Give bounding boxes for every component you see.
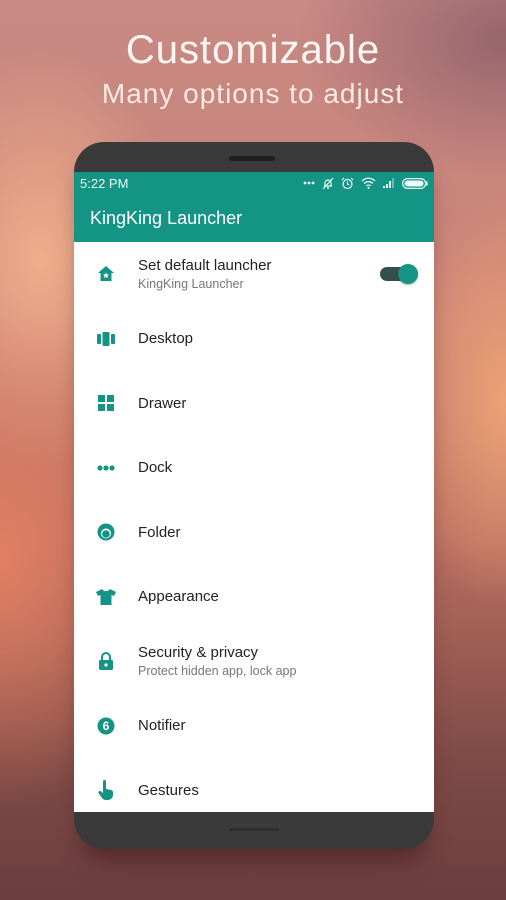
hand-pointer-icon bbox=[74, 780, 138, 801]
setting-title: Dock bbox=[138, 459, 173, 477]
wifi-icon bbox=[361, 177, 376, 189]
signal-icon bbox=[383, 178, 395, 188]
setting-drawer[interactable]: Drawer bbox=[74, 371, 434, 436]
setting-title: Notifier bbox=[138, 717, 186, 735]
setting-appearance[interactable]: Appearance bbox=[74, 565, 434, 630]
promo-headline: Customizable bbox=[125, 28, 381, 72]
setting-gestures[interactable]: Gestures bbox=[74, 758, 434, 812]
setting-folder[interactable]: Folder bbox=[74, 500, 434, 565]
dock-dots-icon bbox=[74, 465, 138, 471]
notifier-badge-count: 6 bbox=[103, 719, 110, 733]
setting-title: Gestures bbox=[138, 781, 199, 799]
phone-screen: 5:22 PM KingKing Launcher Set default la… bbox=[74, 172, 434, 812]
setting-title: Appearance bbox=[138, 588, 219, 606]
setting-subtitle: Protect hidden app, lock app bbox=[138, 664, 297, 679]
grid-icon bbox=[74, 395, 138, 412]
toggle-thumb bbox=[398, 264, 418, 285]
phone-bottom-grille bbox=[229, 828, 279, 831]
setting-title: Folder bbox=[138, 523, 181, 541]
phone-frame: 5:22 PM KingKing Launcher Set default la… bbox=[74, 142, 434, 849]
app-title: KingKing Launcher bbox=[90, 207, 243, 228]
setting-desktop[interactable]: Desktop bbox=[74, 307, 434, 372]
default-launcher-toggle[interactable] bbox=[380, 264, 418, 285]
tshirt-icon bbox=[74, 588, 138, 605]
status-time: 5:22 PM bbox=[80, 175, 129, 191]
alarm-icon bbox=[341, 177, 354, 190]
home-icon bbox=[74, 265, 138, 283]
setting-title: Security & privacy bbox=[138, 644, 259, 662]
app-bar: KingKing Launcher bbox=[74, 194, 434, 242]
promo-subline: Many options to adjust bbox=[101, 78, 405, 109]
battery-icon bbox=[402, 177, 428, 189]
lock-icon bbox=[74, 652, 138, 671]
setting-set-default-launcher[interactable]: Set default launcher KingKing Launcher bbox=[74, 242, 434, 307]
desktop-pages-icon bbox=[74, 331, 138, 346]
folder-circle-icon bbox=[74, 523, 138, 541]
setting-notifier[interactable]: 6 Notifier bbox=[74, 694, 434, 759]
setting-security-privacy[interactable]: Security & privacy Protect hidden app, l… bbox=[74, 629, 434, 694]
setting-title: Desktop bbox=[138, 330, 194, 348]
phone-speaker bbox=[229, 156, 275, 161]
setting-dock[interactable]: Dock bbox=[74, 436, 434, 501]
settings-list: Set default launcher KingKing Launcher D… bbox=[74, 242, 434, 812]
status-bar: 5:22 PM bbox=[74, 172, 434, 194]
notifier-badge-icon: 6 bbox=[74, 717, 138, 735]
more-dots-icon bbox=[303, 181, 315, 185]
setting-title: Drawer bbox=[138, 394, 187, 412]
notifications-off-icon bbox=[322, 177, 334, 190]
